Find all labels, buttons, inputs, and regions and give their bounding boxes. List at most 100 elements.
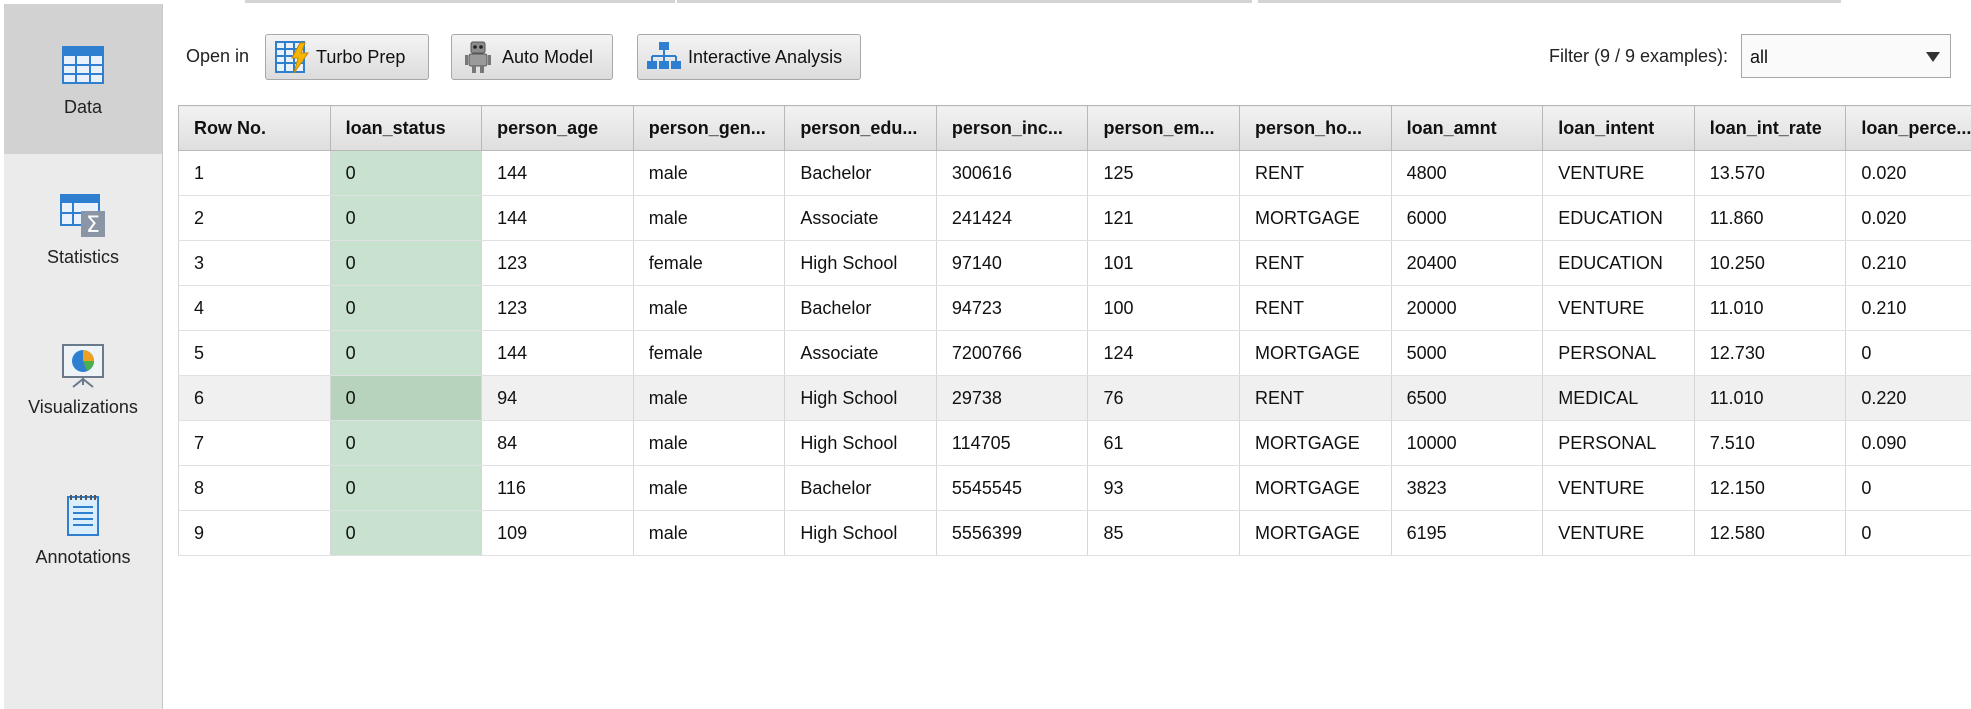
filter-dropdown[interactable]: all [1741, 34, 1951, 78]
table-cell[interactable]: MORTGAGE [1239, 330, 1392, 376]
table-cell[interactable]: 10000 [1391, 420, 1544, 466]
table-cell[interactable]: 0 [330, 465, 483, 511]
table-cell[interactable]: male [633, 195, 786, 241]
table-cell[interactable]: 93 [1087, 465, 1241, 511]
table-row[interactable]: 2 0 144 male Associate 241424 121 MORTGAGE 6000 E… [178, 195, 1971, 241]
table-cell[interactable]: 2 [178, 195, 331, 241]
table-cell[interactable]: Associate [784, 195, 937, 241]
table-cell[interactable]: 0.210 [1845, 240, 1971, 286]
table-cell[interactable]: High School [784, 510, 937, 556]
table-cell[interactable]: 0 [330, 240, 483, 286]
table-cell[interactable]: 121 [1087, 195, 1241, 241]
table-row[interactable]: 5 0 144 female Associate 7200766 124 MORTGAGE 50… [178, 330, 1971, 376]
table-cell[interactable]: female [633, 240, 786, 286]
table-cell[interactable]: VENTURE [1542, 150, 1695, 196]
table-cell[interactable]: 3 [178, 240, 331, 286]
table-cell[interactable]: 76 [1087, 375, 1241, 421]
table-cell[interactable]: MEDICAL [1542, 375, 1695, 421]
table-cell[interactable]: 20400 [1391, 240, 1544, 286]
table-cell[interactable]: male [633, 285, 786, 331]
table-cell[interactable]: 8 [178, 465, 331, 511]
table-cell[interactable]: RENT [1239, 285, 1392, 331]
table-cell[interactable]: 0.220 [1845, 375, 1971, 421]
table-cell[interactable]: 5000 [1391, 330, 1544, 376]
table-cell[interactable]: PERSONAL [1542, 330, 1695, 376]
table-cell[interactable]: 144 [481, 150, 634, 196]
table-cell[interactable]: 29738 [936, 375, 1089, 421]
table-cell[interactable]: Bachelor [784, 465, 937, 511]
table-row[interactable]: 3 0 123 female High School 97140 101 RENT 20400 E… [178, 240, 1971, 286]
table-cell[interactable]: 0.020 [1845, 150, 1971, 196]
table-cell[interactable]: 13.570 [1694, 150, 1847, 196]
table-cell[interactable]: 125 [1087, 150, 1241, 196]
data-table-container[interactable]: Row No. loan_status person_age person_ge… [178, 105, 1971, 705]
table-cell[interactable]: 0.020 [1845, 195, 1971, 241]
column-header[interactable]: loan_status [329, 105, 483, 151]
table-cell[interactable]: 144 [481, 330, 634, 376]
table-cell[interactable]: RENT [1239, 240, 1392, 286]
table-cell[interactable]: MORTGAGE [1239, 510, 1392, 556]
table-cell[interactable]: 20000 [1391, 285, 1544, 331]
table-cell[interactable]: 6195 [1391, 510, 1544, 556]
table-cell[interactable]: 94723 [936, 285, 1089, 331]
table-cell[interactable]: MORTGAGE [1239, 420, 1392, 466]
table-cell[interactable]: 101 [1087, 240, 1241, 286]
table-cell[interactable]: male [633, 375, 786, 421]
table-cell[interactable]: EDUCATION [1542, 240, 1695, 286]
table-cell[interactable]: PERSONAL [1542, 420, 1695, 466]
column-header[interactable]: loan_int_rate [1693, 105, 1847, 151]
table-cell[interactable]: 61 [1087, 420, 1241, 466]
table-cell[interactable]: 0 [330, 510, 483, 556]
table-cell[interactable]: 7200766 [936, 330, 1089, 376]
table-cell[interactable]: 11.860 [1694, 195, 1847, 241]
table-cell[interactable]: 84 [481, 420, 634, 466]
table-row[interactable]: 6 0 94 male High School 29738 76 RENT 6500 MEDICA… [178, 375, 1971, 421]
table-cell[interactable]: 0 [330, 375, 483, 421]
table-cell[interactable]: VENTURE [1542, 510, 1695, 556]
table-cell[interactable]: 6500 [1391, 375, 1544, 421]
table-row[interactable]: 4 0 123 male Bachelor 94723 100 RENT 20000 VENTUR… [178, 285, 1971, 331]
table-cell[interactable]: 123 [481, 240, 634, 286]
column-header[interactable]: person_edu... [784, 105, 937, 151]
table-cell[interactable]: RENT [1239, 150, 1392, 196]
table-cell[interactable]: male [633, 465, 786, 511]
sidebar-item-statistics[interactable]: Σ Statistics [4, 154, 162, 304]
table-cell[interactable]: 6000 [1391, 195, 1544, 241]
table-cell[interactable]: 0 [1845, 330, 1971, 376]
table-cell[interactable]: 124 [1087, 330, 1241, 376]
column-header[interactable]: loan_intent [1542, 105, 1695, 151]
turbo-prep-button[interactable]: Turbo Prep [265, 34, 429, 80]
table-cell[interactable]: Bachelor [784, 150, 937, 196]
table-cell[interactable]: 97140 [936, 240, 1089, 286]
table-cell[interactable]: 0 [330, 330, 483, 376]
table-cell[interactable]: 9 [178, 510, 331, 556]
column-header[interactable]: person_ho... [1239, 105, 1392, 151]
table-cell[interactable]: 100 [1087, 285, 1241, 331]
sidebar-item-data[interactable]: Data [4, 4, 162, 154]
table-cell[interactable]: 5 [178, 330, 331, 376]
table-cell[interactable]: 12.150 [1694, 465, 1847, 511]
table-cell[interactable]: High School [784, 420, 937, 466]
table-cell[interactable]: 116 [481, 465, 634, 511]
table-cell[interactable]: 5545545 [936, 465, 1089, 511]
table-cell[interactable]: 0 [330, 195, 483, 241]
table-cell[interactable]: 144 [481, 195, 634, 241]
sidebar-item-annotations[interactable]: Annotations [4, 454, 162, 604]
chevron-down-icon[interactable] [1926, 52, 1940, 62]
table-cell[interactable]: 300616 [936, 150, 1089, 196]
table-cell[interactable]: 0 [330, 285, 483, 331]
table-cell[interactable]: 5556399 [936, 510, 1089, 556]
table-cell[interactable]: VENTURE [1542, 465, 1695, 511]
table-cell[interactable]: 7.510 [1694, 420, 1847, 466]
table-row[interactable]: 7 0 84 male High School 114705 61 MORTGAGE 10000… [178, 420, 1971, 466]
table-cell[interactable]: 94 [481, 375, 634, 421]
auto-model-button[interactable]: Auto Model [451, 34, 613, 80]
table-cell[interactable]: 10.250 [1694, 240, 1847, 286]
table-cell[interactable]: 11.010 [1694, 285, 1847, 331]
column-header[interactable]: loan_amnt [1390, 105, 1544, 151]
column-header[interactable]: person_gen... [632, 105, 786, 151]
table-cell[interactable]: male [633, 510, 786, 556]
column-header[interactable]: person_em... [1087, 105, 1241, 151]
table-cell[interactable]: EDUCATION [1542, 195, 1695, 241]
table-cell[interactable]: 0 [1845, 465, 1971, 511]
